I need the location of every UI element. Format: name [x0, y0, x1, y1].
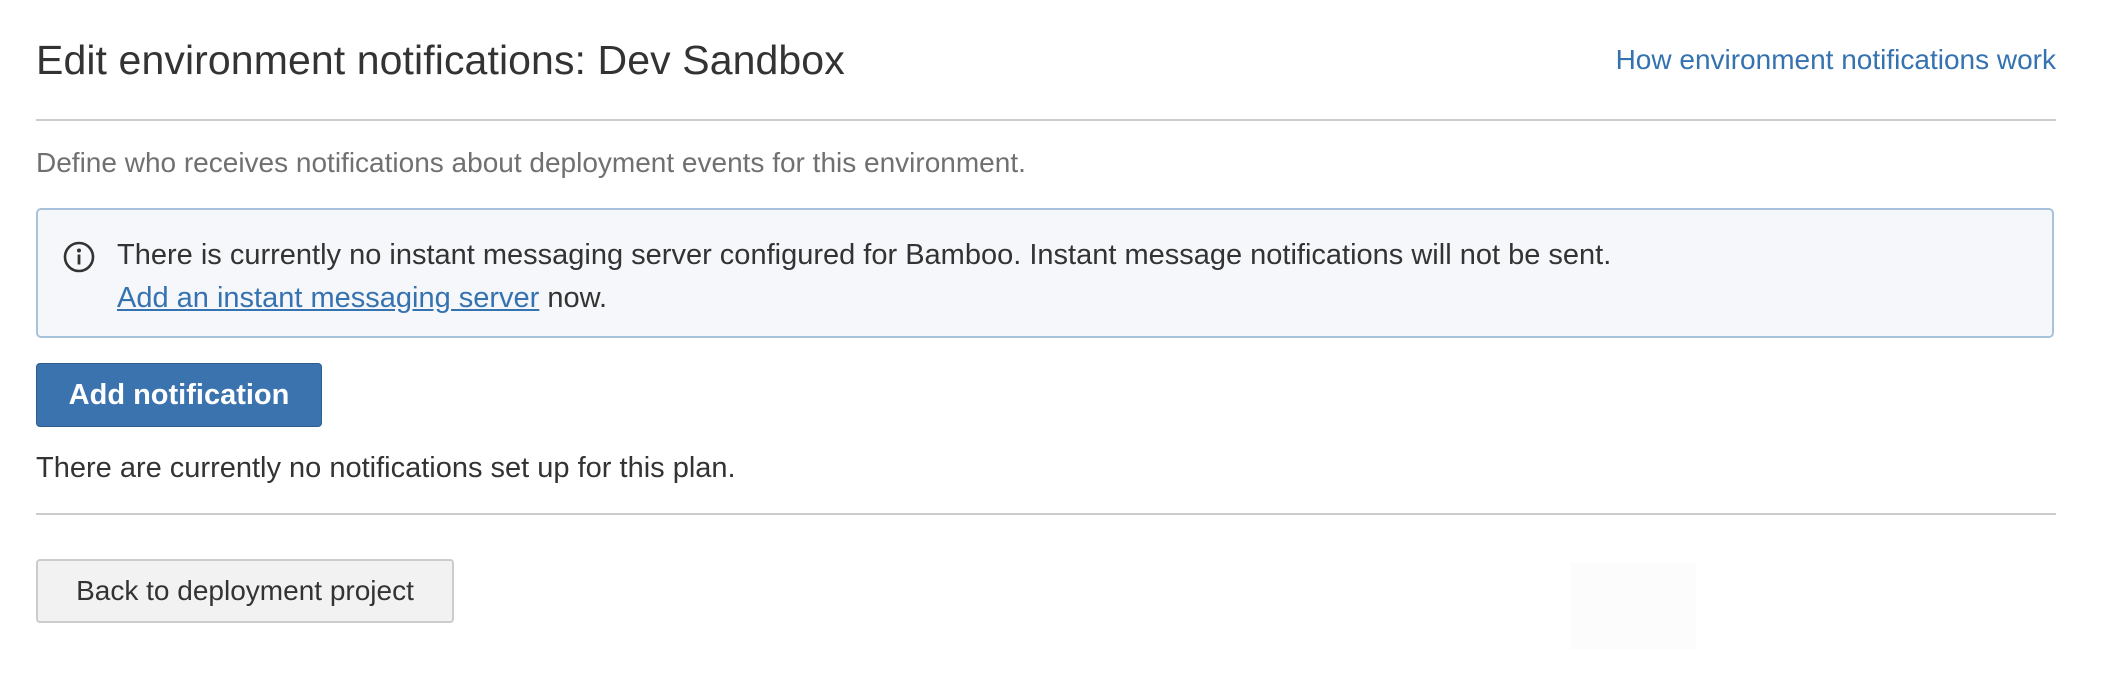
page-description: Define who receives notifications about …: [36, 147, 1026, 178]
empty-notifications-message: There are currently no notifications set…: [36, 452, 736, 484]
info-message-suffix: now.: [539, 282, 608, 314]
info-message-text-block: There is currently no instant messaging …: [117, 234, 1611, 320]
header-divider: [36, 119, 2056, 121]
info-message: There is currently no instant messaging …: [36, 208, 2054, 338]
add-im-server-link[interactable]: Add an instant messaging server: [117, 282, 539, 314]
page-header: Edit environment notifications: Dev Sand…: [36, 30, 2056, 90]
faint-overlay-artifact: [1570, 563, 1696, 649]
footer-divider: [36, 513, 2056, 515]
info-message-text: There is currently no instant messaging …: [117, 239, 1612, 271]
info-message-link-line: Add an instant messaging server now.: [117, 277, 1611, 320]
add-notification-button[interactable]: Add notification: [36, 363, 322, 427]
back-to-deployment-project-button[interactable]: Back to deployment project: [36, 559, 454, 623]
notifications-page: Edit environment notifications: Dev Sand…: [0, 0, 2102, 676]
info-icon: [63, 241, 95, 273]
page-title: Edit environment notifications: Dev Sand…: [36, 36, 845, 83]
help-link[interactable]: How environment notifications work: [1616, 44, 2056, 76]
